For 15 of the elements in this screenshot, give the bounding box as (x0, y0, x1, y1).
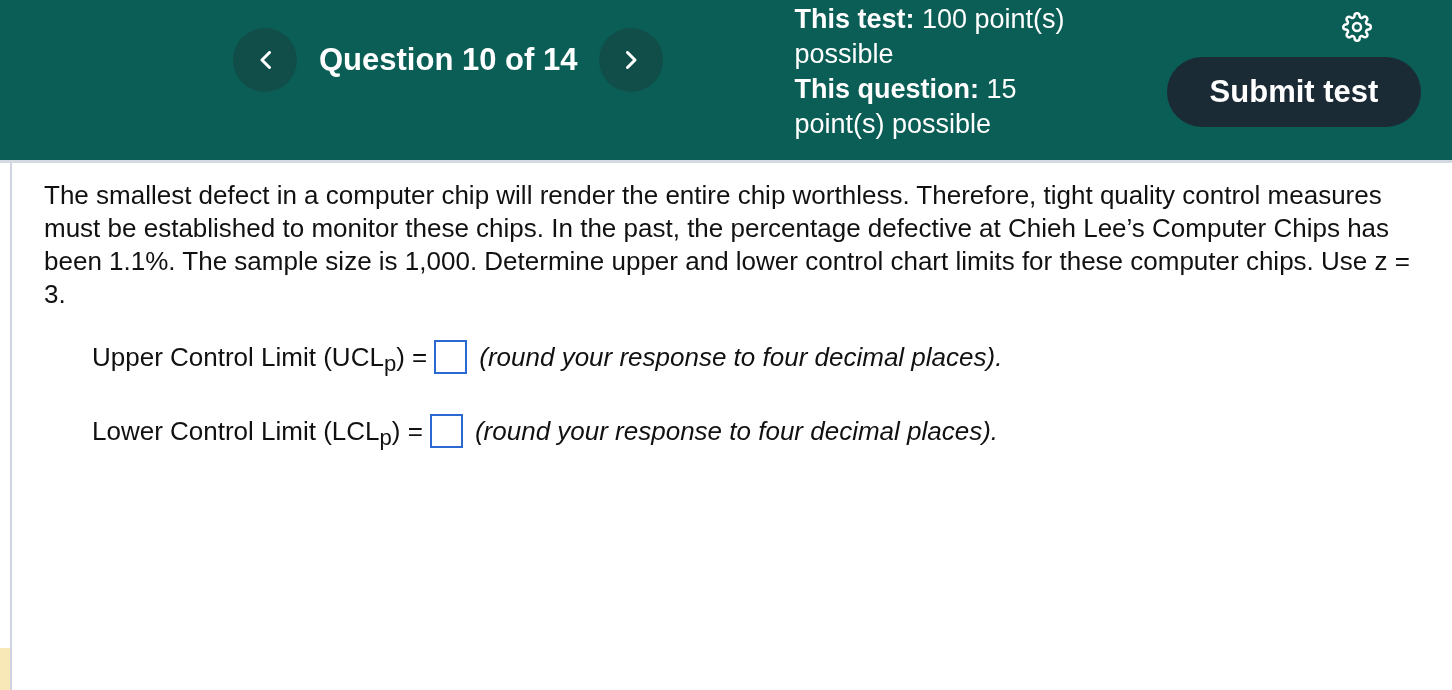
settings-icon[interactable] (1342, 12, 1372, 42)
chevron-left-icon (259, 51, 271, 69)
question-counter: Question 10 of 14 (319, 40, 578, 79)
points-info: This test: 100 point(s) possible (794, 3, 1066, 71)
answer-hint: (round your response to four decimal places). (479, 340, 1003, 374)
answer-box[interactable] (429, 414, 463, 448)
answer-hint: (round your response to four decimal places). (474, 414, 999, 448)
answer-box[interactable] (434, 340, 468, 374)
points-info: This question: 15 point(s) possible (794, 73, 1018, 141)
chevron-right-icon (625, 51, 637, 69)
answer-label: Upper Control Limit (UCL$_{p}$) = (92, 340, 428, 377)
question-text: The smallest defect in a computer chip will render the entire chip worthless. Therefore, tight quality control measures must be established to monitor these chips. In the past, the percentage defective at Chieh Lee’s Computer Chips has been 1.1%. The sample size is 1,000. Determine upper and lower control chart limits for these computer chips. Use z = 3. (44, 179, 1411, 311)
answer-label: Lower Control Limit (LCL$_{p}$) = (92, 414, 423, 451)
edge-strip (0, 648, 10, 690)
submit-test-button[interactable]: Submit test (1167, 57, 1421, 127)
